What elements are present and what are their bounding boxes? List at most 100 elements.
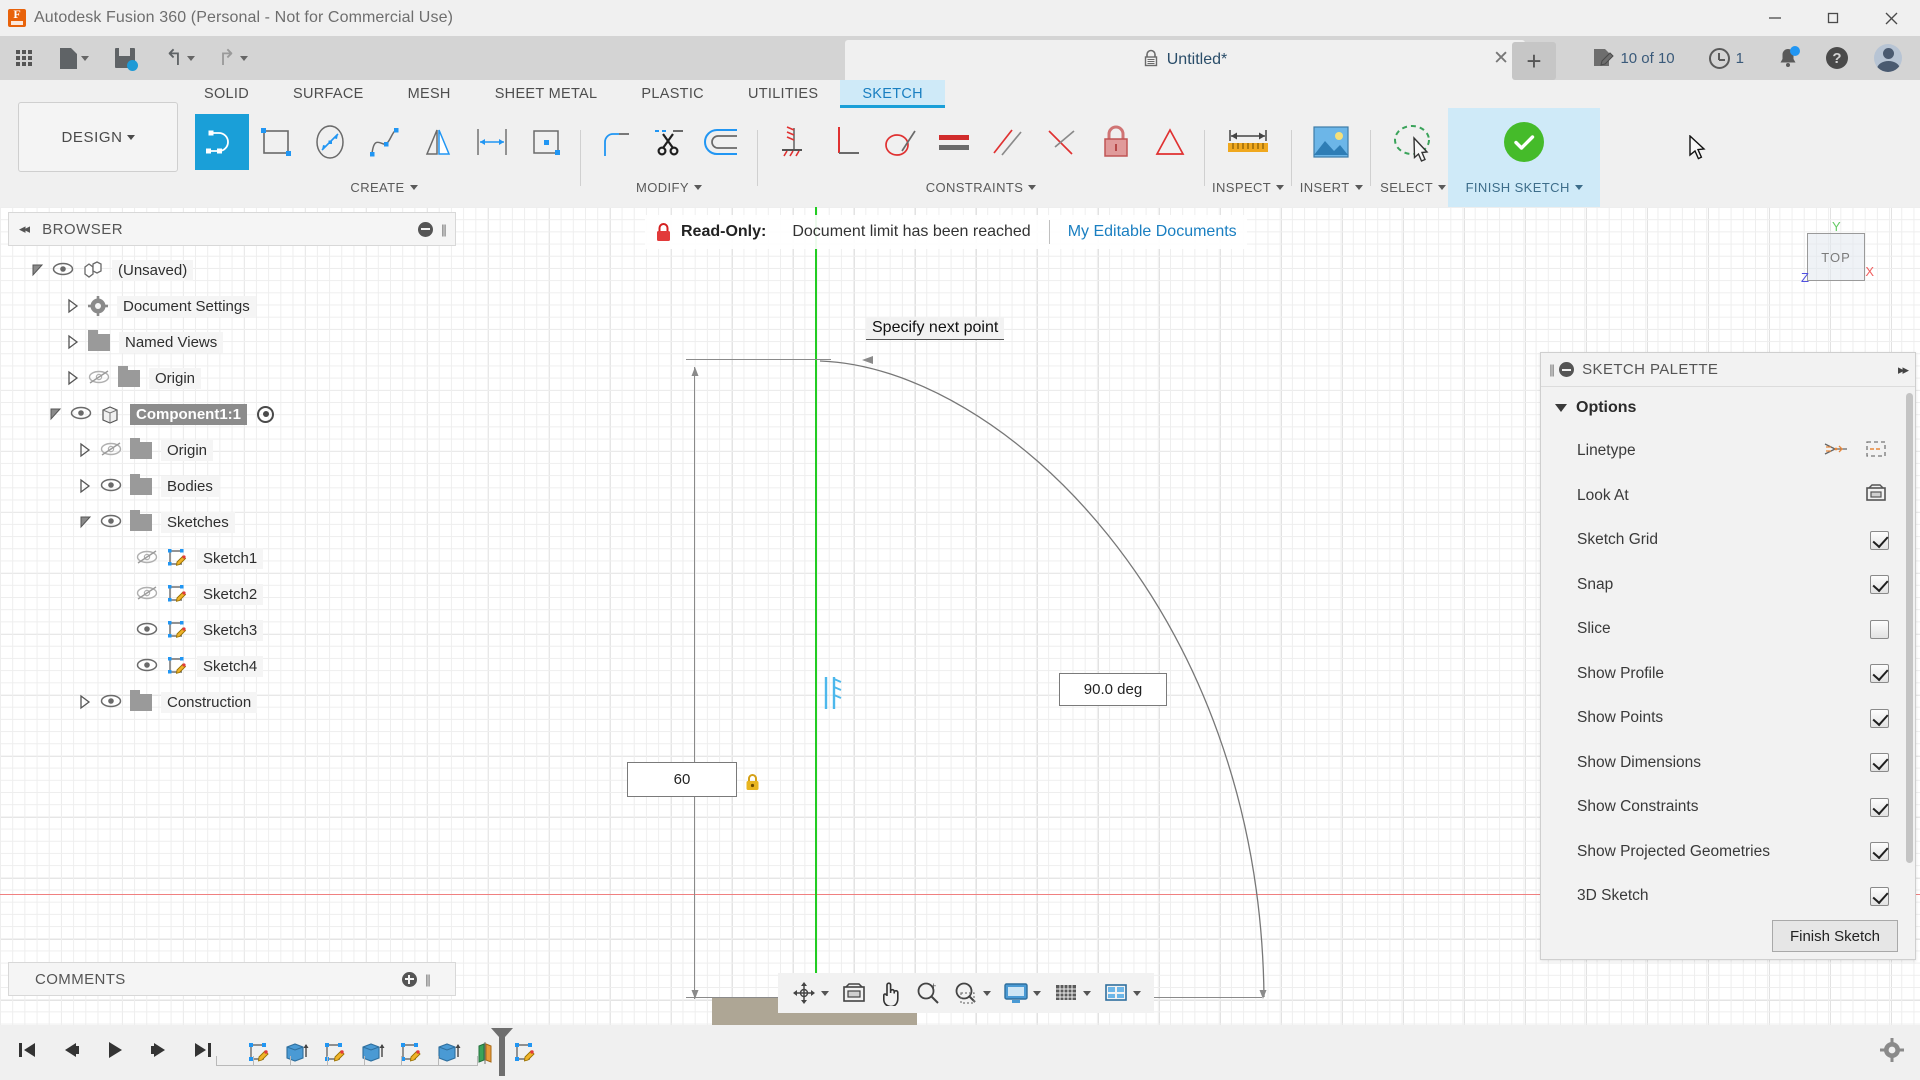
tree-item-sketch3[interactable]: Sketch3 — [8, 612, 456, 648]
document-tab-close-icon[interactable]: ✕ — [1493, 49, 1509, 69]
expander-expanded-icon[interactable] — [30, 262, 46, 278]
visibility-eye-hidden-icon[interactable] — [88, 370, 110, 386]
play-button[interactable] — [104, 1040, 126, 1065]
fix-ground-constraint-button[interactable] — [765, 114, 819, 170]
tree-item-named-views[interactable]: Named Views — [8, 324, 456, 360]
tree-item-sketch2[interactable]: Sketch2 — [8, 576, 456, 612]
fillet-tool-button[interactable] — [588, 114, 642, 170]
editable-documents-counter[interactable]: 10 of 10 — [1584, 38, 1682, 78]
inspect-group-label[interactable]: INSPECT — [1212, 176, 1284, 198]
visibility-eye-icon[interactable] — [136, 658, 158, 674]
options-section-header[interactable]: Options — [1541, 387, 1915, 429]
tree-item-sketch1[interactable]: Sketch1 — [8, 540, 456, 576]
lock-constraint-button[interactable] — [1089, 114, 1143, 170]
collapse-browser-icon[interactable]: ◂◂ — [19, 221, 28, 237]
account-button[interactable] — [1866, 38, 1910, 78]
measure-tool-button[interactable] — [1216, 114, 1280, 170]
tree-item-document-settings[interactable]: Document Settings — [8, 288, 456, 324]
comments-panel[interactable]: COMMENTS ||| — [8, 962, 456, 996]
tree-item-sketch4[interactable]: Sketch4 — [8, 648, 456, 684]
palette-minimize-icon[interactable] — [1559, 362, 1574, 377]
minimize-button[interactable] — [1746, 0, 1804, 36]
activate-component-radio[interactable] — [257, 406, 274, 423]
new-file-button[interactable] — [54, 36, 95, 80]
finish-sketch-dialog-button[interactable]: Finish Sketch — [1772, 920, 1898, 952]
visibility-eye-icon[interactable] — [100, 694, 122, 710]
expander-collapsed-icon[interactable] — [66, 298, 82, 314]
tab-surface[interactable]: SURFACE — [271, 80, 386, 108]
undo-button[interactable]: ↰ — [159, 36, 201, 80]
expander-expanded-icon[interactable] — [78, 514, 94, 530]
construction-linetype-icon[interactable] — [1863, 438, 1889, 465]
zoom-button[interactable]: + — [910, 975, 946, 1011]
document-tab[interactable]: Untitled* ✕ — [845, 40, 1525, 80]
go-to-end-button[interactable] — [192, 1040, 214, 1065]
display-settings-button[interactable] — [998, 975, 1046, 1011]
trim-tool-button[interactable] — [642, 114, 696, 170]
expander-expanded-icon[interactable] — [48, 406, 64, 422]
timeline-track[interactable] — [216, 1065, 478, 1066]
orbit-button[interactable] — [786, 975, 834, 1011]
expander-collapsed-icon[interactable] — [66, 370, 82, 386]
finish-sketch-group-label[interactable]: FINISH SKETCH — [1466, 176, 1583, 198]
create-group-label[interactable]: CREATE — [350, 176, 417, 198]
step-forward-button[interactable] — [148, 1040, 170, 1065]
tree-item-unsaved[interactable]: (Unsaved) — [8, 252, 456, 288]
show-constraints-checkbox[interactable] — [1870, 798, 1889, 817]
settings-gear-icon[interactable] — [1880, 1038, 1904, 1062]
notifications-button[interactable] — [1770, 38, 1806, 78]
visibility-eye-hidden-icon[interactable] — [136, 586, 158, 602]
select-tool-button[interactable] — [1378, 114, 1448, 170]
expander-collapsed-icon[interactable] — [78, 442, 94, 458]
mirror-tool-button[interactable] — [411, 114, 465, 170]
tab-sketch[interactable]: SKETCH — [840, 80, 945, 108]
insert-group-label[interactable]: INSERT — [1300, 176, 1363, 198]
step-back-button[interactable] — [60, 1040, 82, 1065]
angle-dimension-input[interactable]: 90.0 deg — [1059, 673, 1167, 706]
expander-collapsed-icon[interactable] — [66, 334, 82, 350]
tab-sheet-metal[interactable]: SHEET METAL — [473, 80, 620, 108]
tree-item-origin-root[interactable]: Origin — [8, 360, 456, 396]
help-button[interactable]: ? — [1818, 38, 1856, 78]
visibility-eye-icon[interactable] — [136, 622, 158, 638]
tree-item-sketches[interactable]: Sketches — [8, 504, 456, 540]
dimension-lock-icon[interactable] — [745, 773, 759, 790]
tree-item-component1[interactable]: Component1:1 — [8, 396, 456, 432]
show-projected-geometries-checkbox[interactable] — [1870, 842, 1889, 861]
browser-minimize-icon[interactable] — [418, 222, 433, 237]
show-profile-checkbox[interactable] — [1870, 664, 1889, 683]
rectangle-tool-button[interactable] — [249, 114, 303, 170]
new-tab-button[interactable]: + — [1512, 42, 1556, 80]
comments-grip-icon[interactable]: ||| — [425, 972, 429, 987]
palette-grip-icon[interactable]: ||| — [1549, 362, 1553, 377]
equal-constraint-button[interactable] — [927, 114, 981, 170]
grid-snaps-button[interactable] — [1048, 975, 1096, 1011]
tree-item-bodies[interactable]: Bodies — [8, 468, 456, 504]
visibility-eye-hidden-icon[interactable] — [136, 550, 158, 566]
visibility-eye-icon[interactable] — [100, 514, 122, 530]
zoom-window-button[interactable] — [948, 975, 996, 1011]
go-to-beginning-button[interactable] — [16, 1040, 38, 1065]
perpendicular-constraint-button[interactable] — [819, 114, 873, 170]
tab-solid[interactable]: SOLID — [182, 80, 271, 108]
expander-collapsed-icon[interactable] — [78, 478, 94, 494]
sketch-grid-checkbox[interactable] — [1870, 531, 1889, 550]
palette-expand-icon[interactable]: ▸▸ — [1898, 362, 1907, 378]
show-points-checkbox[interactable] — [1870, 709, 1889, 728]
timeline-playhead[interactable] — [489, 1026, 515, 1080]
3d-sketch-checkbox[interactable] — [1870, 887, 1889, 906]
app-grid-button[interactable] — [0, 36, 38, 80]
snap-checkbox[interactable] — [1870, 575, 1889, 594]
offset-distance-tool-button[interactable] — [465, 114, 519, 170]
visibility-eye-hidden-icon[interactable] — [100, 442, 122, 458]
viewports-button[interactable] — [1098, 975, 1146, 1011]
select-group-label[interactable]: SELECT — [1380, 176, 1446, 198]
redo-button[interactable]: ↱ — [211, 36, 253, 80]
tab-plastic[interactable]: PLASTIC — [619, 80, 726, 108]
visibility-eye-icon[interactable] — [52, 262, 74, 278]
add-comment-icon[interactable] — [402, 972, 417, 987]
insert-image-button[interactable] — [1299, 114, 1363, 170]
visibility-eye-icon[interactable] — [70, 406, 92, 422]
look-at-button[interactable] — [836, 975, 872, 1011]
browser-grip-icon[interactable]: ||| — [441, 222, 445, 237]
